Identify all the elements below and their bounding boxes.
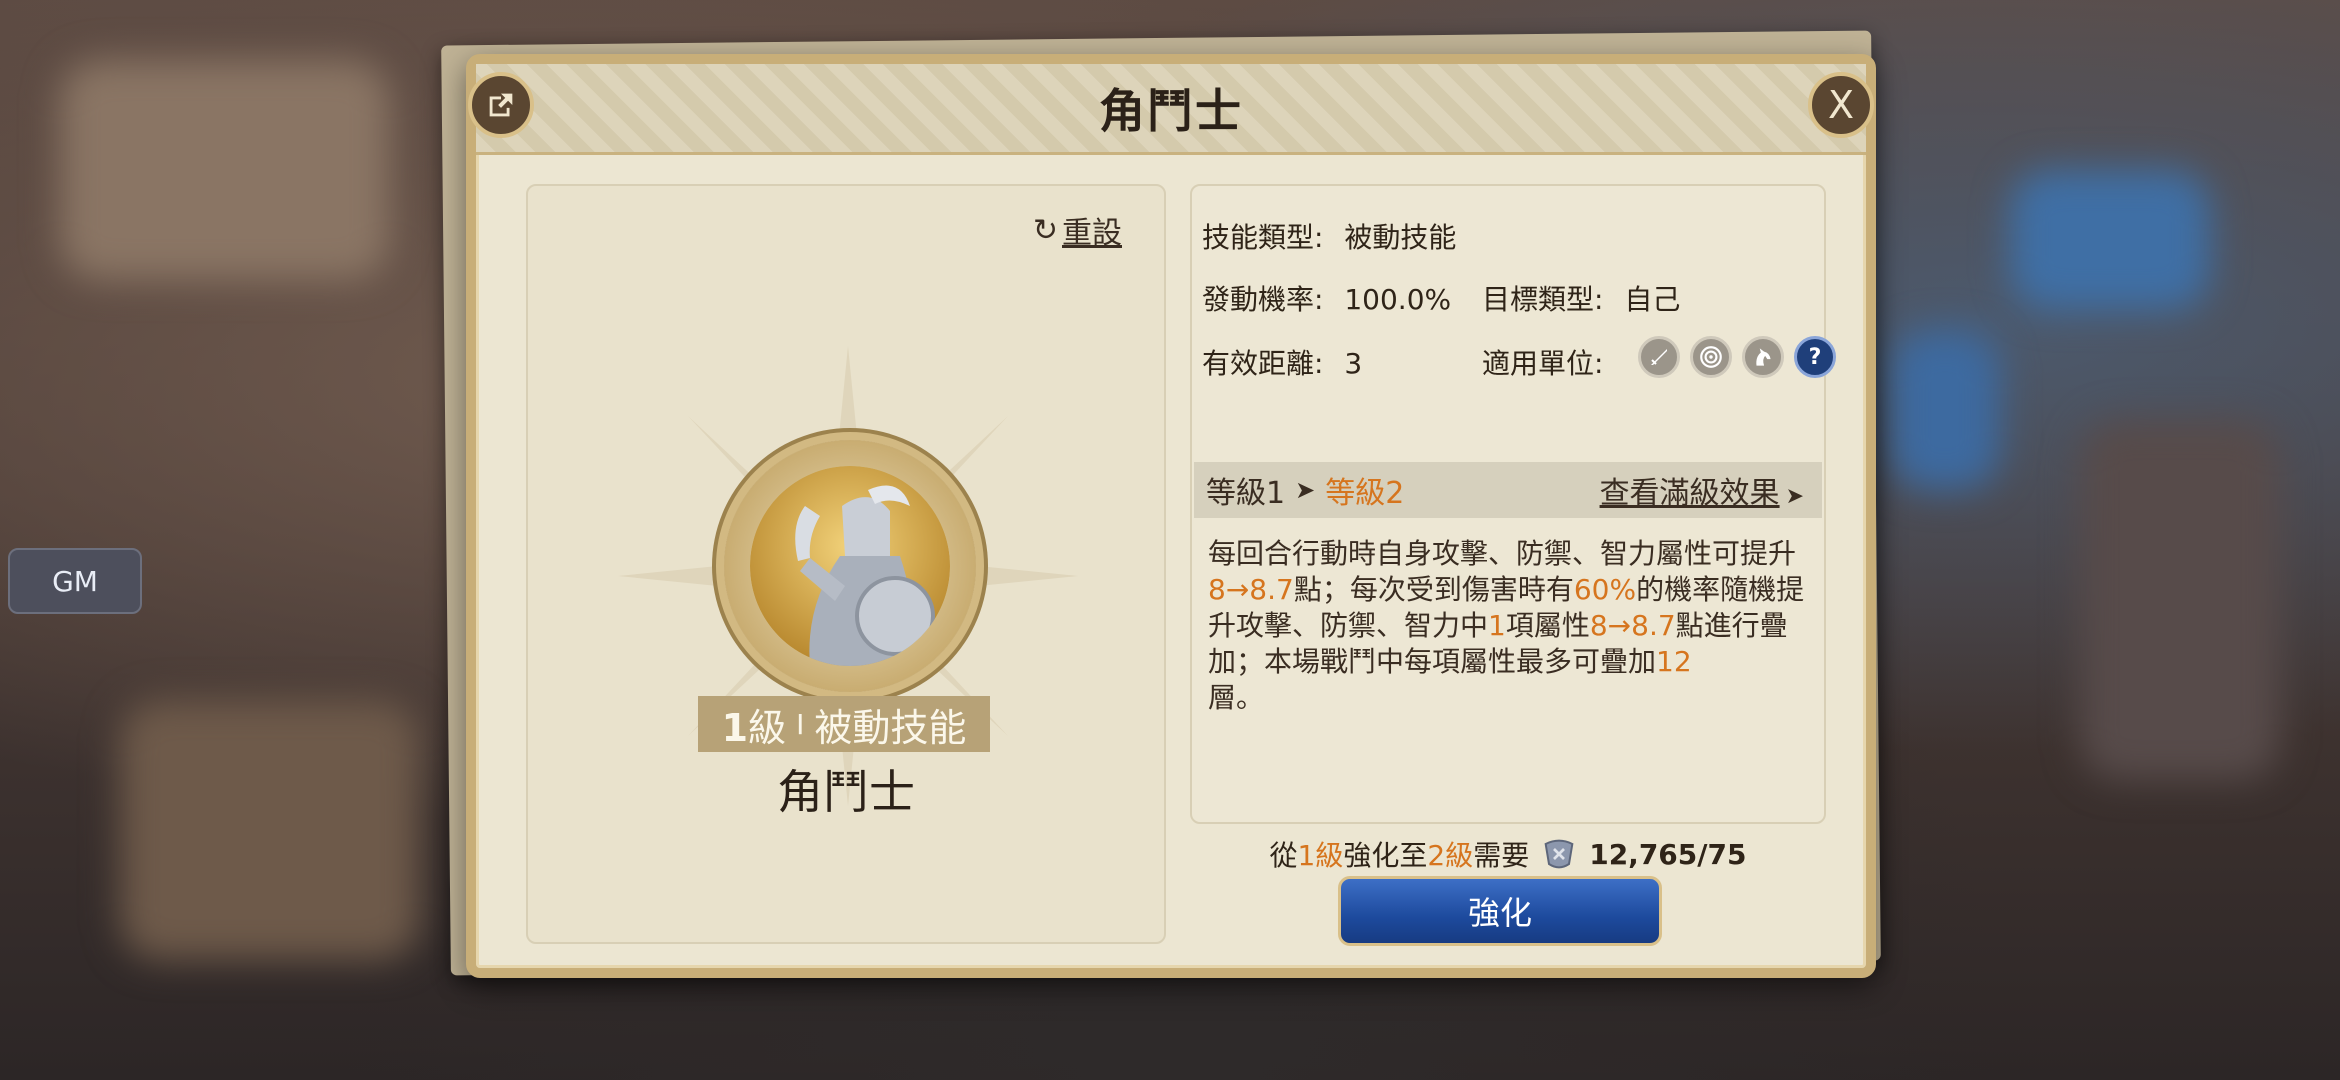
next-level: 等級2 <box>1325 476 1405 511</box>
gm-button[interactable]: GM <box>8 548 142 614</box>
trigger-rate-row: 發動機率: 100.0% <box>1202 278 1451 318</box>
upgrade-button[interactable]: 強化 <box>1338 876 1662 946</box>
reset-label: 重設 <box>1062 216 1122 251</box>
dialog-title-bar: 角鬥士 <box>476 64 1866 155</box>
desc-text: 層。 <box>1208 681 1265 714</box>
target-icon[interactable] <box>1690 336 1732 378</box>
cost-amount: 12,765/75 <box>1589 837 1747 871</box>
desc-text: 項屬性 <box>1505 609 1590 642</box>
desc-value: 8→8.7 <box>1589 609 1676 642</box>
cost-mid: 強化至 <box>1343 839 1428 872</box>
units-label: 適用單位: <box>1482 347 1604 380</box>
background-blur <box>1890 330 2000 490</box>
range-value: 3 <box>1344 347 1363 380</box>
gladiator-icon <box>750 466 950 666</box>
target-type-label: 目標類型: <box>1482 283 1604 316</box>
applicable-units: ? <box>1638 336 1836 378</box>
skill-type-value: 被動技能 <box>1344 221 1457 254</box>
skill-type-row: 技能類型: 被動技能 <box>1202 216 1456 256</box>
desc-value: 8→8.7 <box>1208 573 1294 606</box>
background-blur <box>2010 170 2210 310</box>
target-type-value: 自己 <box>1624 283 1681 316</box>
level-separator: I <box>796 707 805 741</box>
skill-description: 每回合行動時自身攻擊、防禦、智力屬性可提升8→8.7點；每次受到傷害時有60%的… <box>1208 536 1808 716</box>
desc-text: 點；每次受到傷害時有 <box>1293 573 1574 606</box>
skill-level-tag: 1級 I 被動技能 <box>698 696 990 752</box>
skill-kind: 被動技能 <box>814 705 967 750</box>
reset-button[interactable]: ↻ 重設 <box>1033 208 1122 252</box>
skill-level-unit: 級 <box>748 705 787 750</box>
trigger-rate-label: 發動機率: <box>1202 283 1324 316</box>
skill-name: 角鬥士 <box>777 765 915 819</box>
close-icon: X <box>1827 83 1855 127</box>
desc-value: 1 <box>1488 609 1506 642</box>
dialog-title: 角鬥士 <box>1099 84 1243 138</box>
question-icon[interactable]: ? <box>1794 336 1836 378</box>
range-label: 有效距離: <box>1202 347 1324 380</box>
cost-need: 需要 <box>1473 839 1530 872</box>
arrow-right-icon: ➤ <box>1295 476 1316 504</box>
skill-type-label: 技能類型: <box>1202 221 1324 254</box>
skill-portrait-panel: ↻ 重設 1級 I 被動技能 角鬥士 <box>526 184 1166 944</box>
background-blur <box>120 700 420 960</box>
desc-value: 60% <box>1573 573 1637 606</box>
range-row: 有效距離: 3 <box>1202 342 1362 382</box>
current-level: 等級1 <box>1206 476 1286 511</box>
sword-icon[interactable] <box>1638 336 1680 378</box>
skill-level-number: 1 <box>721 705 749 750</box>
share-icon <box>489 93 513 117</box>
upgrade-cost-row: 從1級強化至2級需要 12,765/75 <box>1190 834 1826 874</box>
share-button[interactable] <box>468 72 534 138</box>
background-blur <box>2080 420 2280 780</box>
desc-value: 12 <box>1656 645 1692 678</box>
skill-scroll-icon <box>1544 839 1574 869</box>
cost-from-level: 1級 <box>1297 839 1344 872</box>
close-button[interactable]: X <box>1808 72 1874 138</box>
trigger-rate-value: 100.0% <box>1344 283 1452 316</box>
question-glyph: ? <box>1808 344 1822 370</box>
skill-dialog: 角鬥士 X ↻ 重設 1級 I 被動技能 角鬥士 技能類型: 被動技能 發動機率… <box>466 54 1876 978</box>
refresh-icon: ↻ <box>1032 212 1058 248</box>
target-type-row: 目標類型: 自己 <box>1482 278 1680 318</box>
level-strip: 等級1 ➤ 等級2 查看滿級效果 <box>1194 462 1822 518</box>
skill-info-panel: 技能類型: 被動技能 發動機率: 100.0% 目標類型: 自己 有效距離: 3… <box>1190 184 1836 824</box>
desc-text: 每回合行動時自身攻擊、防禦、智力屬性可提升 <box>1208 537 1797 570</box>
view-max-level-link[interactable]: 查看滿級效果 <box>1600 468 1804 512</box>
skill-emblem <box>724 440 976 692</box>
horse-icon[interactable] <box>1742 336 1784 378</box>
cost-from: 從 <box>1269 839 1298 872</box>
background-blur <box>60 60 390 280</box>
cost-to-level: 2級 <box>1427 839 1474 872</box>
